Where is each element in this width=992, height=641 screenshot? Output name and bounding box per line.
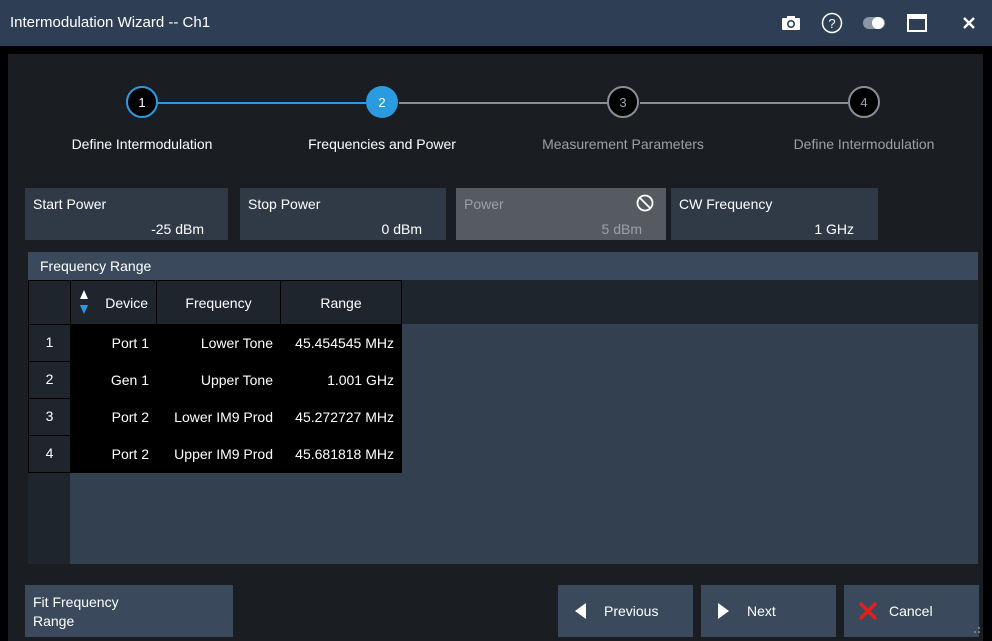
table-row[interactable]: 4 Port 2 Upper IM9 Prod 45.681818 MHz bbox=[28, 435, 402, 473]
toggle-icon[interactable] bbox=[860, 10, 888, 36]
step-number: 4 bbox=[860, 94, 868, 110]
dialog-body: 1 2 3 4 Define Intermodulation Frequenci… bbox=[8, 54, 983, 641]
step-number: 3 bbox=[619, 94, 627, 110]
step-1-indicator[interactable]: 1 bbox=[126, 86, 158, 118]
resize-grip-icon[interactable] bbox=[973, 621, 981, 639]
table-row[interactable]: 1 Port 1 Lower Tone 45.454545 MHz bbox=[28, 324, 402, 362]
cancel-x-icon bbox=[859, 602, 877, 623]
field-value: -25 dBm bbox=[151, 221, 204, 237]
button-label: Cancel bbox=[889, 603, 933, 619]
frequency-range-grid: Device Frequency Range 1 Port 1 Lower To… bbox=[28, 280, 978, 564]
range-cell[interactable]: 45.454545 MHz bbox=[280, 324, 402, 362]
triangle-right-icon bbox=[717, 603, 729, 622]
help-icon[interactable]: ? bbox=[818, 10, 846, 36]
row-index: 2 bbox=[28, 361, 71, 399]
field-value: 0 dBm bbox=[381, 221, 422, 237]
camera-icon[interactable] bbox=[777, 10, 805, 36]
next-button[interactable]: Next bbox=[701, 585, 836, 637]
device-cell[interactable]: Gen 1 bbox=[70, 361, 157, 399]
row-index: 4 bbox=[28, 435, 71, 473]
range-cell[interactable]: 45.681818 MHz bbox=[280, 435, 402, 473]
button-label: Previous bbox=[604, 603, 659, 619]
column-header-range[interactable]: Range bbox=[280, 280, 402, 325]
column-label: Range bbox=[320, 294, 362, 311]
stop-power-field[interactable]: Stop Power 0 dBm bbox=[240, 188, 446, 240]
field-label: Power bbox=[464, 196, 504, 212]
field-label: Stop Power bbox=[248, 196, 321, 212]
frequency-cell[interactable]: Lower Tone bbox=[156, 324, 281, 362]
frequency-cell[interactable]: Lower IM9 Prod bbox=[156, 398, 281, 436]
triangle-left-icon bbox=[575, 603, 587, 622]
field-value: 5 dBm bbox=[601, 221, 642, 237]
wizard-steps: 1 2 3 4 Define Intermodulation Frequenci… bbox=[8, 54, 983, 174]
start-power-field[interactable]: Start Power -25 dBm bbox=[25, 188, 228, 240]
frequency-cell[interactable]: Upper Tone bbox=[156, 361, 281, 399]
step-4-label: Define Intermodulation bbox=[793, 136, 935, 152]
column-header-frequency[interactable]: Frequency bbox=[156, 280, 281, 325]
step-connector bbox=[399, 102, 608, 104]
power-field: Power 5 dBm bbox=[456, 188, 666, 240]
svg-text:?: ? bbox=[828, 16, 835, 31]
row-index: 1 bbox=[28, 324, 71, 362]
previous-button[interactable]: Previous bbox=[558, 585, 693, 637]
step-1-label: Define Intermodulation bbox=[71, 136, 213, 152]
table-row[interactable]: 2 Gen 1 Upper Tone 1.001 GHz bbox=[28, 361, 402, 399]
window-title: Intermodulation Wizard -- Ch1 bbox=[10, 14, 211, 31]
row-index: 3 bbox=[28, 398, 71, 436]
field-value: 1 GHz bbox=[814, 221, 854, 237]
step-connector bbox=[640, 102, 848, 104]
table-row[interactable]: 3 Port 2 Lower IM9 Prod 45.272727 MHz bbox=[28, 398, 402, 436]
device-cell[interactable]: Port 1 bbox=[70, 324, 157, 362]
fit-frequency-range-button[interactable]: Fit Frequency Range bbox=[25, 585, 233, 637]
title-bar: Intermodulation Wizard -- Ch1 ? bbox=[0, 0, 992, 46]
step-number: 2 bbox=[378, 94, 386, 110]
step-4-indicator[interactable]: 4 bbox=[848, 86, 880, 118]
field-label: Start Power bbox=[33, 196, 107, 212]
step-2-label: Frequencies and Power bbox=[308, 136, 456, 152]
disabled-icon bbox=[636, 194, 654, 217]
column-label: Frequency bbox=[185, 294, 252, 311]
button-label: Fit Frequency Range bbox=[33, 594, 119, 629]
range-cell[interactable]: 45.272727 MHz bbox=[280, 398, 402, 436]
range-cell[interactable]: 1.001 GHz bbox=[280, 361, 402, 399]
step-3-indicator[interactable]: 3 bbox=[607, 86, 639, 118]
step-number: 1 bbox=[138, 94, 146, 110]
field-label: CW Frequency bbox=[679, 196, 773, 212]
frequency-range-header: Frequency Range bbox=[28, 252, 978, 280]
frequency-range-table: Device Frequency Range 1 Port 1 Lower To… bbox=[28, 280, 402, 473]
device-cell[interactable]: Port 2 bbox=[70, 398, 157, 436]
maximize-icon[interactable] bbox=[903, 10, 931, 36]
button-label: Next bbox=[747, 603, 776, 619]
step-3-label: Measurement Parameters bbox=[542, 136, 704, 152]
cw-frequency-field[interactable]: CW Frequency 1 GHz bbox=[671, 188, 878, 240]
cancel-button[interactable]: Cancel bbox=[844, 585, 979, 637]
wizard-window: Intermodulation Wizard -- Ch1 ? 1 2 3 4 … bbox=[0, 0, 992, 641]
sort-icon[interactable] bbox=[79, 289, 89, 318]
step-connector bbox=[158, 102, 366, 104]
corner-cell bbox=[28, 280, 71, 325]
column-header-device[interactable]: Device bbox=[70, 280, 157, 325]
close-icon[interactable] bbox=[955, 10, 983, 36]
step-2-indicator[interactable]: 2 bbox=[366, 86, 398, 118]
frequency-cell[interactable]: Upper IM9 Prod bbox=[156, 435, 281, 473]
column-label: Device bbox=[105, 294, 148, 311]
section-title: Frequency Range bbox=[40, 258, 152, 274]
device-cell[interactable]: Port 2 bbox=[70, 435, 157, 473]
